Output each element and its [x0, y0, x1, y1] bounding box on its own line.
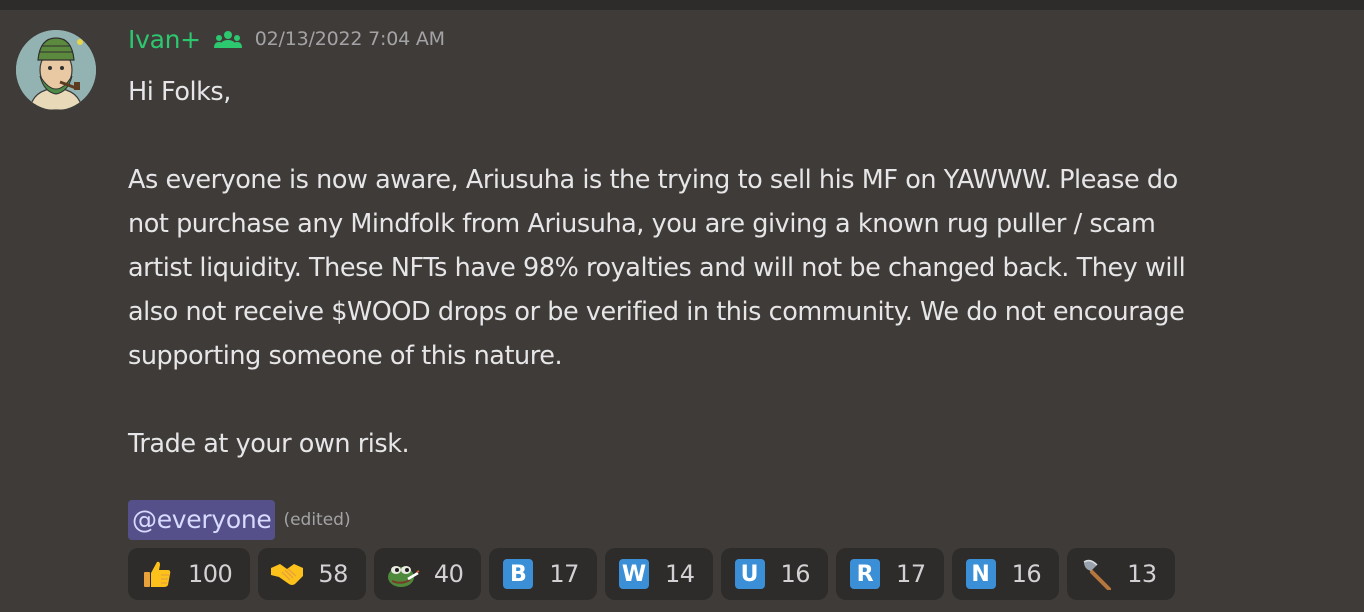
reaction-count: 58 [318, 560, 348, 588]
message-header: Ivan+ 02/13/2022 7:04 AM [128, 24, 445, 54]
handshake-icon [270, 557, 304, 591]
letter-r-glyph: R [850, 559, 881, 589]
chat-message: Ivan+ 02/13/2022 7:04 AM Hi Folks, As ev… [0, 10, 1364, 612]
reaction-letter-n[interactable]: N 16 [951, 548, 1060, 600]
reaction-count: 17 [896, 560, 926, 588]
axe-icon [1079, 557, 1113, 591]
message-line: also not receive $WOOD drops or be verif… [128, 297, 1185, 327]
message-line: artist liquidity. These NFTs have 98% ro… [128, 253, 1186, 283]
letter-r-icon: R [848, 557, 882, 591]
reaction-axe[interactable]: 13 [1067, 548, 1175, 600]
members-role-icon[interactable] [213, 26, 243, 52]
reaction-letter-b[interactable]: B 17 [489, 548, 597, 600]
reaction-thumbs-up[interactable]: 100 [128, 548, 251, 600]
reaction-letter-w[interactable]: W 14 [604, 548, 713, 600]
message-blank-line [128, 114, 1328, 158]
letter-w-icon: W [617, 557, 651, 591]
avatar[interactable] [16, 30, 96, 110]
letter-b-glyph: B [503, 559, 534, 589]
letter-n-icon: N [964, 557, 998, 591]
reactions-bar: 100 58 40 B 17 W 14 U 16 R 17 N 16 13 [128, 548, 1175, 600]
message-line: Hi Folks, [128, 77, 231, 107]
thumbs-up-icon [140, 557, 174, 591]
reaction-count: 17 [549, 560, 579, 588]
everyone-mention[interactable]: @everyone [128, 500, 276, 540]
message-line: Trade at your own risk. [128, 429, 410, 459]
reaction-count: 16 [780, 560, 811, 588]
letter-u-glyph: U [734, 559, 765, 589]
message-timestamp: 02/13/2022 7:04 AM [254, 28, 445, 50]
reaction-letter-r[interactable]: R 17 [836, 548, 944, 600]
username[interactable]: Ivan+ [128, 25, 201, 54]
top-divider [0, 0, 1364, 10]
message-blank-line [128, 378, 1328, 422]
reaction-count: 100 [188, 560, 233, 588]
edited-label: (edited) [283, 510, 351, 530]
message-line: supporting someone of this nature. [128, 341, 563, 371]
letter-b-icon: B [501, 557, 535, 591]
reaction-count: 14 [664, 560, 695, 588]
message-line: As everyone is now aware, Ariusuha is th… [128, 165, 1178, 195]
mention-row: @everyone (edited) [128, 500, 351, 540]
reaction-count: 16 [1011, 560, 1042, 588]
letter-u-icon: U [733, 557, 767, 591]
message-line: not purchase any Mindfolk from Ariusuha,… [128, 209, 1156, 239]
letter-n-glyph: N [965, 559, 996, 589]
reaction-count: 13 [1127, 560, 1157, 588]
message-content: Hi Folks, As everyone is now aware, Ariu… [128, 70, 1328, 466]
reaction-letter-u[interactable]: U 16 [720, 548, 829, 600]
reaction-count: 40 [433, 560, 464, 588]
reaction-handshake[interactable]: 58 [258, 548, 366, 600]
pepe-custom-emoji [386, 557, 420, 591]
reaction-pepe[interactable]: 40 [373, 548, 482, 600]
letter-w-glyph: W [618, 559, 649, 589]
